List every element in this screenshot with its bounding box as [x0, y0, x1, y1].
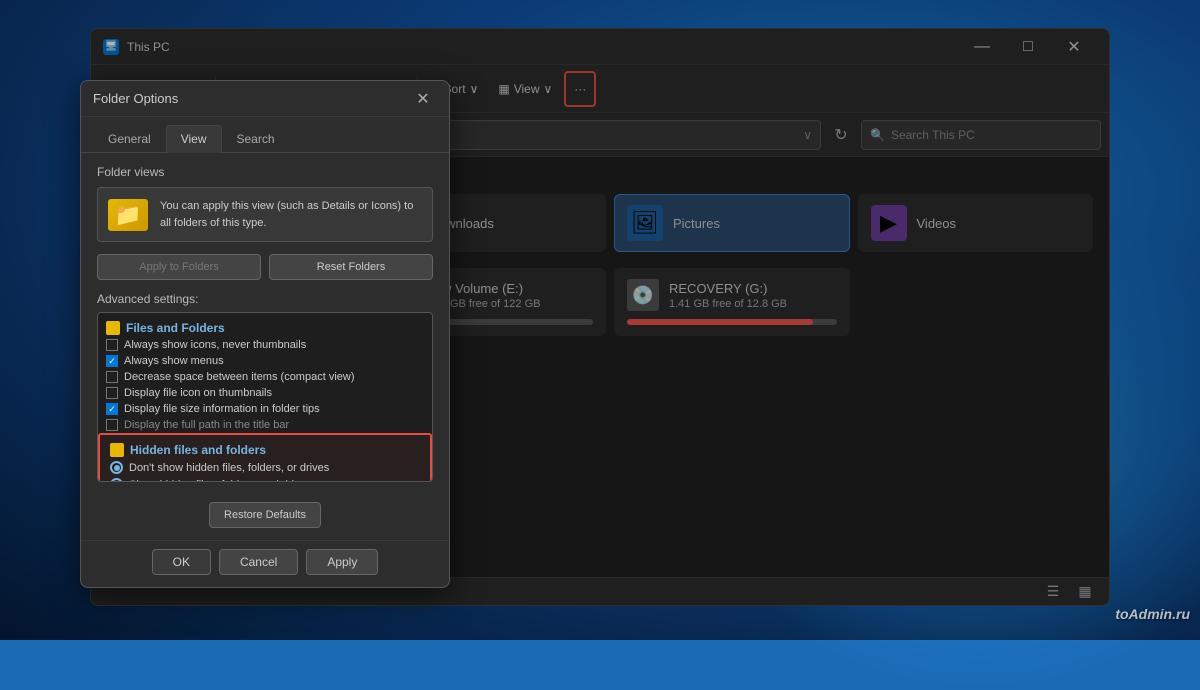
restore-defaults-button[interactable]: Restore Defaults — [209, 502, 321, 528]
adv-label: Always show menus — [124, 355, 224, 367]
adv-setting-item[interactable]: Always show menus — [98, 353, 432, 369]
adv-checkbox[interactable] — [106, 419, 118, 431]
adv-checkbox[interactable] — [106, 403, 118, 415]
dialog-close-button[interactable]: ✕ — [409, 85, 437, 113]
dialog-tab-search[interactable]: Search — [222, 125, 290, 152]
advanced-settings-label: Advanced settings: — [97, 292, 433, 306]
dialog-title: Folder Options — [93, 91, 409, 106]
folder-options-dialog: Folder Options ✕ GeneralViewSearch Folde… — [80, 80, 450, 588]
ok-button[interactable]: OK — [152, 549, 211, 575]
folder-views-icon: 📁 — [108, 199, 148, 231]
category-label: Files and Folders — [126, 321, 225, 335]
adv-setting-item[interactable]: Display file icon on thumbnails — [98, 385, 432, 401]
adv-setting-item[interactable]: Decrease space between items (compact vi… — [98, 369, 432, 385]
adv-setting-item[interactable]: Display file size information in folder … — [98, 401, 432, 417]
advanced-settings-list[interactable]: Files and Folders Always show icons, nev… — [97, 312, 433, 482]
adv-label: Display file icon on thumbnails — [124, 387, 272, 399]
watermark: toAdmin.ru — [1115, 606, 1190, 622]
dialog-actions: OK Cancel Apply — [81, 540, 449, 587]
dialog-tab-general[interactable]: General — [93, 125, 166, 152]
folder-views-label: Folder views — [97, 165, 433, 179]
hidden-category-icon — [110, 443, 124, 457]
radio-label: Don't show hidden files, folders, or dri… — [129, 462, 329, 474]
hidden-option[interactable]: Show hidden files, folders, and drives — [102, 476, 428, 482]
adv-checkbox[interactable] — [106, 371, 118, 383]
apply-to-folders-button[interactable]: Apply to Folders — [97, 254, 261, 280]
folder-views-description: You can apply this view (such as Details… — [160, 198, 422, 231]
adv-setting-item[interactable]: Always show icons, never thumbnails — [98, 337, 432, 353]
folder-views-buttons: Apply to Folders Reset Folders — [97, 254, 433, 280]
hidden-category-label: Hidden files and folders — [130, 443, 266, 457]
radio-button[interactable] — [110, 461, 123, 474]
adv-checkbox[interactable] — [106, 339, 118, 351]
hidden-files-category: Hidden files and folders — [102, 439, 428, 459]
hidden-files-section: Hidden files and folders Don't show hidd… — [98, 433, 432, 482]
radio-button[interactable] — [110, 478, 123, 482]
hidden-option[interactable]: Don't show hidden files, folders, or dri… — [102, 459, 428, 476]
radio-label: Show hidden files, folders, and drives — [129, 479, 311, 483]
apply-button[interactable]: Apply — [306, 549, 378, 575]
adv-label: Display the full path in the title bar — [124, 419, 289, 431]
dialog-tabs: GeneralViewSearch — [81, 117, 449, 153]
dialog-body: Folder views 📁 You can apply this view (… — [81, 153, 449, 494]
folder-views-box: 📁 You can apply this view (such as Detai… — [97, 187, 433, 242]
cancel-button[interactable]: Cancel — [219, 549, 298, 575]
adv-label: Always show icons, never thumbnails — [124, 339, 306, 351]
adv-label: Display file size information in folder … — [124, 403, 320, 415]
reset-folders-button[interactable]: Reset Folders — [269, 254, 433, 280]
adv-checkbox[interactable] — [106, 387, 118, 399]
adv-setting-item[interactable]: Display the full path in the title bar — [98, 417, 432, 433]
adv-category-files-folders: Files and Folders — [98, 317, 432, 337]
adv-checkbox[interactable] — [106, 355, 118, 367]
dialog-footer: Restore Defaults — [81, 494, 449, 540]
dialog-tab-view[interactable]: View — [166, 125, 222, 153]
dialog-titlebar: Folder Options ✕ — [81, 81, 449, 117]
category-icon — [106, 321, 120, 335]
adv-label: Decrease space between items (compact vi… — [124, 371, 354, 383]
